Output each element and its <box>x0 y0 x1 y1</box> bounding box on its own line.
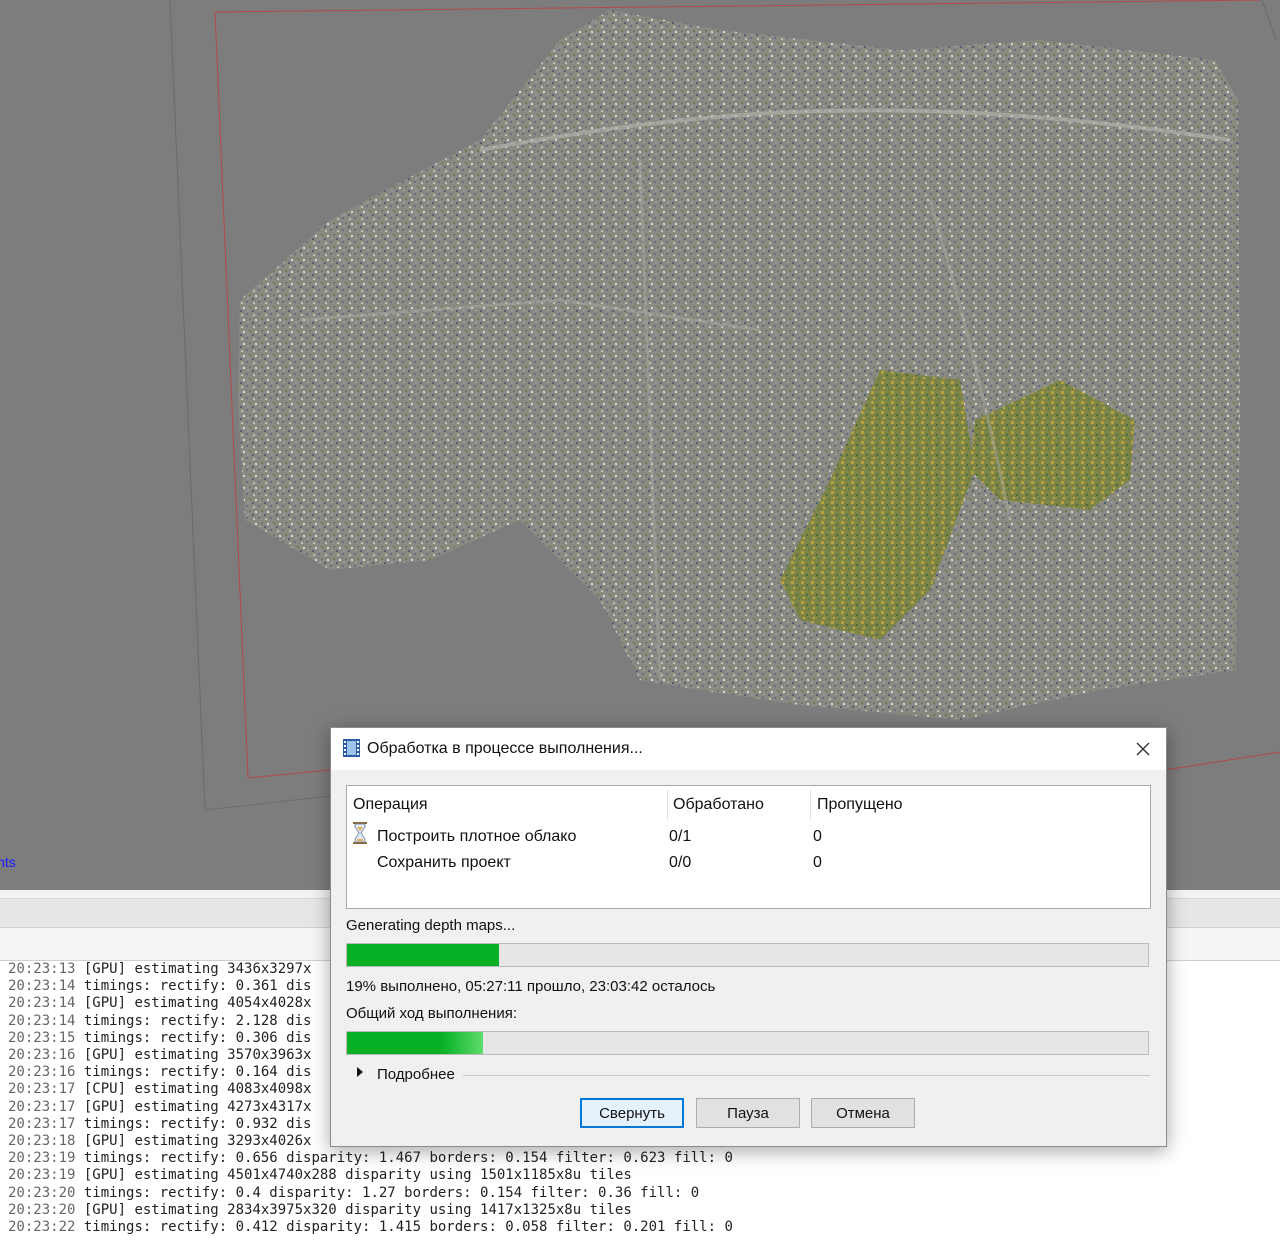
log-message: [GPU] estimating 2834x3975x320 disparity… <box>83 1201 632 1218</box>
log-message: [GPU] estimating 3570x3963x <box>83 1047 312 1063</box>
log-line: 20:23:16 [GPU] estimating 3570x3963x <box>8 1047 311 1064</box>
log-line: 20:23:13 [GPU] estimating 3436x3297x <box>8 961 311 978</box>
log-timestamp: 20:23:13 <box>8 961 76 977</box>
log-timestamp: 20:23:14 <box>8 1012 76 1029</box>
log-timestamp: 20:23:20 <box>8 1201 76 1218</box>
overall-progress-fill <box>347 1032 484 1054</box>
stage-status-text: 19% выполнено, 05:27:11 прошло, 23:03:42… <box>346 978 716 995</box>
log-message: timings: rectify: 0.4 disparity: 1.27 bo… <box>83 1184 700 1201</box>
progress-dialog: Обработка в процессе выполнения... Опера… <box>330 727 1167 1147</box>
log-timestamp: 20:23:22 <box>8 1219 76 1235</box>
column-separator <box>667 790 668 820</box>
log-timestamp: 20:23:16 <box>8 1047 76 1063</box>
viewport-info-label: ints <box>0 854 16 870</box>
operation-skipped: 0 <box>813 854 822 871</box>
log-message: timings: rectify: 0.656 disparity: 1.467… <box>83 1150 733 1167</box>
close-icon <box>1136 742 1150 756</box>
minimize-button[interactable]: Свернуть <box>580 1098 684 1128</box>
column-header-processed[interactable]: Обработано <box>673 796 764 814</box>
log-timestamp: 20:23:19 <box>8 1150 76 1167</box>
log-timestamp: 20:23:14 <box>8 978 76 995</box>
log-message: timings: rectify: 0.306 dis <box>83 1029 312 1046</box>
log-timestamp: 20:23:17 <box>8 1081 76 1098</box>
dialog-titlebar[interactable]: Обработка в процессе выполнения... <box>331 728 1166 770</box>
hourglass-icon <box>353 822 367 844</box>
log-line: 20:23:19 timings: rectify: 0.656 dispari… <box>8 1150 733 1167</box>
log-message: [GPU] estimating 3293x4026x <box>83 1133 312 1149</box>
details-expander[interactable]: Подробнее <box>355 1065 1150 1085</box>
log-timestamp: 20:23:16 <box>8 1064 76 1081</box>
column-separator <box>810 790 811 820</box>
pause-button[interactable]: Пауза <box>696 1098 800 1128</box>
operation-processed: 0/0 <box>669 854 692 871</box>
log-timestamp: 20:23:15 <box>8 1029 76 1046</box>
stage-progress-fill <box>347 944 500 966</box>
operation-processed: 0/1 <box>669 828 692 845</box>
log-message: [CPU] estimating 4083x4098x <box>83 1081 312 1098</box>
stage-progress-bar <box>346 943 1149 967</box>
log-timestamp: 20:23:17 <box>8 1098 76 1115</box>
log-line: 20:23:14 [GPU] estimating 4054x4028x <box>8 995 311 1012</box>
log-timestamp: 20:23:18 <box>8 1133 76 1149</box>
log-message: [GPU] estimating 3436x3297x <box>83 961 312 977</box>
log-message: [GPU] estimating 4054x4028x <box>83 995 312 1012</box>
details-divider <box>463 1075 1150 1076</box>
log-line: 20:23:14 timings: rectify: 2.128 dis <box>8 1013 311 1030</box>
column-header-skipped[interactable]: Пропущено <box>817 796 903 814</box>
overall-progress-label: Общий ход выполнения: <box>346 1005 518 1022</box>
column-header-operation[interactable]: Операция <box>353 796 428 814</box>
log-line: 20:23:22 timings: rectify: 0.412 dispari… <box>8 1219 733 1236</box>
log-message: [GPU] estimating 4273x4317x <box>83 1098 312 1115</box>
log-timestamp: 20:23:20 <box>8 1184 76 1201</box>
dialog-title: Обработка в процессе выполнения... <box>367 740 643 757</box>
log-timestamp: 20:23:19 <box>8 1167 76 1184</box>
stage-label: Generating depth maps... <box>346 917 516 934</box>
details-label[interactable]: Подробнее <box>377 1066 455 1083</box>
log-line: 20:23:18 [GPU] estimating 3293x4026x <box>8 1133 311 1150</box>
expand-arrow-icon[interactable] <box>357 1067 363 1077</box>
log-message: timings: rectify: 0.164 dis <box>83 1064 312 1081</box>
log-line: 20:23:16 timings: rectify: 0.164 dis <box>8 1064 311 1081</box>
log-line: 20:23:17 [GPU] estimating 4273x4317x <box>8 1099 311 1116</box>
log-message: timings: rectify: 0.412 disparity: 1.415… <box>83 1219 733 1235</box>
log-line: 20:23:19 [GPU] estimating 4501x4740x288 … <box>8 1167 632 1184</box>
overall-progress-bar <box>346 1031 1149 1055</box>
operation-skipped: 0 <box>813 828 822 845</box>
log-message: timings: rectify: 0.932 dis <box>83 1115 312 1132</box>
log-timestamp: 20:23:14 <box>8 995 76 1012</box>
film-strip-icon <box>343 739 360 757</box>
operation-name: Построить плотное облако <box>377 828 577 845</box>
log-line: 20:23:14 timings: rectify: 0.361 dis <box>8 978 311 995</box>
log-line: 20:23:20 timings: rectify: 0.4 disparity… <box>8 1185 699 1202</box>
log-line: 20:23:17 timings: rectify: 0.932 dis <box>8 1116 311 1133</box>
log-line: 20:23:15 timings: rectify: 0.306 dis <box>8 1030 311 1047</box>
close-button[interactable] <box>1120 728 1166 770</box>
operations-table: Операция Обработано Пропущено Построить … <box>346 785 1151 909</box>
cancel-button[interactable]: Отмена <box>811 1098 915 1128</box>
log-message: timings: rectify: 0.361 dis <box>83 978 312 995</box>
log-timestamp: 20:23:17 <box>8 1115 76 1132</box>
log-line: 20:23:17 [CPU] estimating 4083x4098x <box>8 1081 311 1098</box>
operation-name: Сохранить проект <box>377 854 511 871</box>
log-message: [GPU] estimating 4501x4740x288 disparity… <box>83 1167 632 1184</box>
log-message: timings: rectify: 2.128 dis <box>83 1012 312 1029</box>
log-line: 20:23:20 [GPU] estimating 2834x3975x320 … <box>8 1202 632 1219</box>
